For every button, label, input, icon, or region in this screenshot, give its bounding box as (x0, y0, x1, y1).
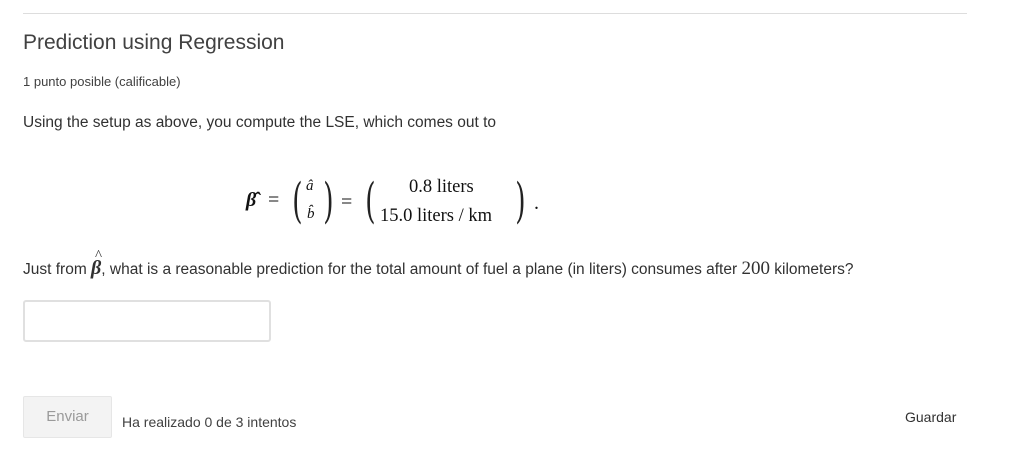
question-distance-number: 200 (741, 258, 770, 279)
formula-paren-open-1: ( (292, 173, 303, 229)
formula-paren-close-1: ) (323, 173, 334, 229)
answer-input[interactable] (23, 300, 271, 342)
formula-equals-1: = (268, 189, 280, 211)
formula-value-top: 0.8 liters (409, 177, 474, 197)
save-button[interactable]: Guardar (905, 409, 956, 425)
problem-title: Prediction using Regression (23, 31, 285, 54)
formula-value-bottom: 15.0 liters / km (380, 206, 493, 226)
formula-paren-open-2: ( (365, 173, 376, 229)
formula-b-hat: b̂ (307, 206, 315, 222)
formula-equals-2: = (341, 191, 353, 213)
submit-button[interactable]: Enviar (23, 396, 112, 438)
top-divider (23, 13, 967, 14)
problem-prompt: Using the setup as above, you compute th… (23, 114, 497, 131)
formula-paren-close-2: ) (515, 173, 526, 229)
problem-question: Just from β ^, what is a reasonable predi… (23, 248, 854, 280)
question-text-start: Just from (23, 261, 92, 278)
formula-a-hat: â (306, 178, 314, 194)
question-text-end: kilometers? (769, 261, 854, 278)
question-text-middle: , what is a reasonable prediction for th… (101, 261, 742, 278)
formula-period: . (534, 192, 539, 214)
formula-beta-hat: β̂ (246, 189, 257, 211)
attempts-counter: Ha realizado 0 de 3 intentos (122, 414, 297, 430)
points-label: 1 punto posible (calificable) (23, 74, 181, 89)
question-beta-hat: β ^ (91, 248, 103, 279)
